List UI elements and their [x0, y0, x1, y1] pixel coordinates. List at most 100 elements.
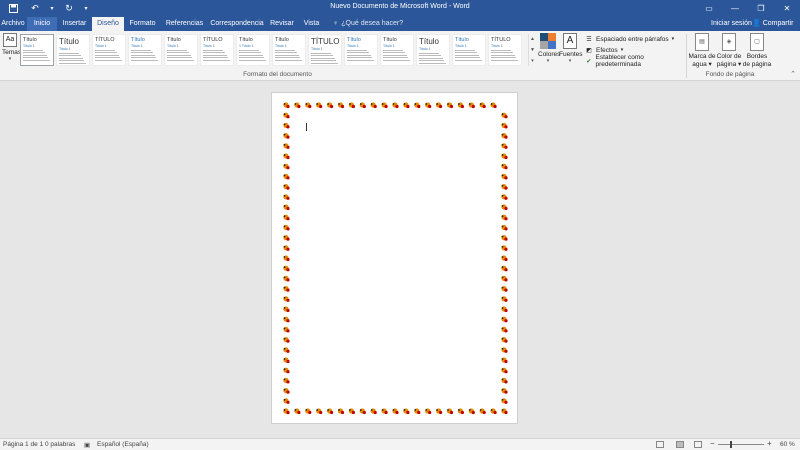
- language[interactable]: Español (España): [97, 441, 149, 448]
- style-set-preview-lines: [311, 52, 339, 64]
- style-set-preview-lines: [239, 49, 267, 61]
- tell-me-text: ¿Qué desea hacer?: [341, 20, 404, 27]
- chevron-down-icon: ▾: [620, 47, 624, 53]
- chevron-down-icon: ▾: [671, 36, 675, 42]
- style-set-preview-lines: [59, 52, 87, 64]
- zoom-slider-thumb[interactable]: [730, 441, 732, 448]
- paragraph-spacing-button[interactable]: ☰ Espaciado entre párrafos ▾: [585, 34, 685, 44]
- share-label: Compartir: [762, 20, 794, 27]
- border-ornament: [501, 265, 508, 272]
- document-page[interactable]: [271, 92, 518, 424]
- border-ornament: [468, 102, 475, 109]
- gallery-more-icon[interactable]: ▾: [531, 58, 534, 64]
- colors-button[interactable]: Colores ▾: [538, 33, 560, 64]
- style-set-title: Título: [275, 37, 289, 43]
- style-set-preview-lines: [383, 49, 411, 61]
- border-ornament: [348, 408, 355, 415]
- style-set-gallery: Título Título 1 Título Título 1 TÍTULO Título…: [20, 34, 528, 68]
- scroll-up-icon[interactable]: ▲: [530, 36, 535, 42]
- style-set-item[interactable]: Título 1 Título 1: [236, 34, 270, 66]
- page-borders-button[interactable]: ▢ Bordes de página: [742, 33, 772, 68]
- style-set-item[interactable]: TÍTULO Título 1: [92, 34, 126, 66]
- word-count[interactable]: 0 palabras: [45, 441, 75, 448]
- zoom-level[interactable]: 60 %: [780, 441, 795, 448]
- page-color-button[interactable]: ◈ Color de página ▾: [715, 33, 743, 68]
- swatch-3: [540, 41, 548, 49]
- style-set-item[interactable]: Título Título 1: [56, 34, 90, 66]
- themes-label: Temas: [2, 49, 22, 56]
- style-set-item[interactable]: Título Título 1: [452, 34, 486, 66]
- style-set-item[interactable]: Título Título 1: [344, 34, 378, 66]
- scroll-down-icon[interactable]: ▼: [530, 47, 535, 53]
- border-ornament: [381, 102, 388, 109]
- read-mode-icon[interactable]: [656, 441, 664, 448]
- document-area[interactable]: [0, 82, 800, 438]
- page-borders-icon: ▢: [750, 33, 764, 51]
- style-set-subtitle: Título 1: [491, 44, 503, 48]
- style-set-item[interactable]: Título Título 1: [128, 34, 162, 66]
- style-set-item[interactable]: TÍTULO Título 1: [200, 34, 234, 66]
- border-ornament: [446, 102, 454, 109]
- style-set-title: Título: [131, 37, 145, 43]
- chevron-down-icon: ▾: [568, 58, 572, 64]
- style-set-item[interactable]: Título Título 1: [272, 34, 306, 66]
- style-set-subtitle: 1 Título 1: [239, 44, 254, 48]
- style-set-item[interactable]: Título Título 1: [164, 34, 198, 66]
- tab-revisar[interactable]: Revisar: [267, 17, 297, 31]
- restore-icon[interactable]: ❐: [748, 0, 774, 17]
- tab-formato[interactable]: Formato: [125, 17, 160, 31]
- style-set-title: TÍTULO: [203, 37, 223, 43]
- border-ornament: [501, 153, 508, 160]
- swatch-1: [540, 33, 548, 41]
- fonts-button[interactable]: A Fuentes ▾: [559, 33, 583, 64]
- print-layout-icon[interactable]: [676, 441, 684, 448]
- document-format-group-label: Formato del documento: [243, 71, 312, 78]
- border-ornament: [283, 265, 290, 272]
- tab-vista[interactable]: Vista: [299, 17, 324, 31]
- zoom-in-button[interactable]: +: [767, 439, 772, 448]
- border-ornament: [283, 184, 290, 190]
- fonts-label: Fuentes: [559, 51, 583, 58]
- style-set-preview-lines: [131, 49, 159, 61]
- border-ornament: [501, 296, 508, 302]
- set-default-button[interactable]: ✔ Establecer como predeterminada: [585, 54, 685, 68]
- border-ornament: [501, 204, 508, 211]
- themes-button[interactable]: Aa Temas ▾: [2, 33, 22, 71]
- border-ornament: [283, 388, 290, 394]
- zoom-out-button[interactable]: −: [710, 439, 715, 448]
- border-ornament: [501, 184, 508, 190]
- border-ornament: [501, 194, 508, 200]
- watermark-button[interactable]: ▤ Marca de agua ▾: [688, 33, 716, 68]
- style-set-item[interactable]: Título Título 1: [416, 34, 450, 66]
- color-palette-icon: [540, 33, 556, 49]
- tab-referencias[interactable]: Referencias: [162, 17, 207, 31]
- border-ornament: [283, 224, 290, 231]
- border-ornament: [501, 235, 508, 241]
- style-set-item[interactable]: Título Título 1: [20, 34, 54, 66]
- collapse-ribbon-icon[interactable]: ⌃: [790, 70, 796, 78]
- ribbon-display-icon[interactable]: ▭: [696, 0, 722, 17]
- border-ornament: [490, 408, 497, 415]
- sign-in-link[interactable]: Iniciar sesión: [711, 17, 752, 31]
- tab-insertar[interactable]: Insertar: [58, 17, 91, 31]
- gallery-scroll[interactable]: ▲ ▼ ▾: [528, 34, 536, 66]
- zoom-slider[interactable]: [718, 444, 764, 445]
- tab-correspondencia[interactable]: Correspondencia: [209, 17, 265, 31]
- border-ornament: [327, 408, 334, 415]
- close-icon[interactable]: ✕: [774, 0, 800, 17]
- page-count[interactable]: Página 1 de 1: [3, 441, 43, 448]
- share-button[interactable]: 👤 Compartir: [752, 17, 793, 31]
- set-default-label: Establecer como predeterminada: [595, 54, 644, 68]
- style-set-item[interactable]: Título Título 1: [380, 34, 414, 66]
- border-ornament: [283, 306, 290, 313]
- tell-me-search[interactable]: ♀ ¿Qué desea hacer?: [333, 17, 403, 31]
- style-set-item[interactable]: TÍTULO Título 1: [308, 34, 342, 66]
- minimize-icon[interactable]: —: [722, 0, 748, 17]
- proofing-icon[interactable]: ▣: [84, 441, 90, 449]
- tab-inicio[interactable]: Inicio: [27, 17, 57, 31]
- tab-diseno[interactable]: Diseño: [92, 17, 124, 31]
- web-layout-icon[interactable]: [694, 441, 702, 448]
- tab-archivo[interactable]: Archivo: [0, 17, 26, 31]
- style-set-item[interactable]: TÍTULO Título 1: [488, 34, 522, 66]
- style-set-subtitle: Título 1: [347, 44, 359, 48]
